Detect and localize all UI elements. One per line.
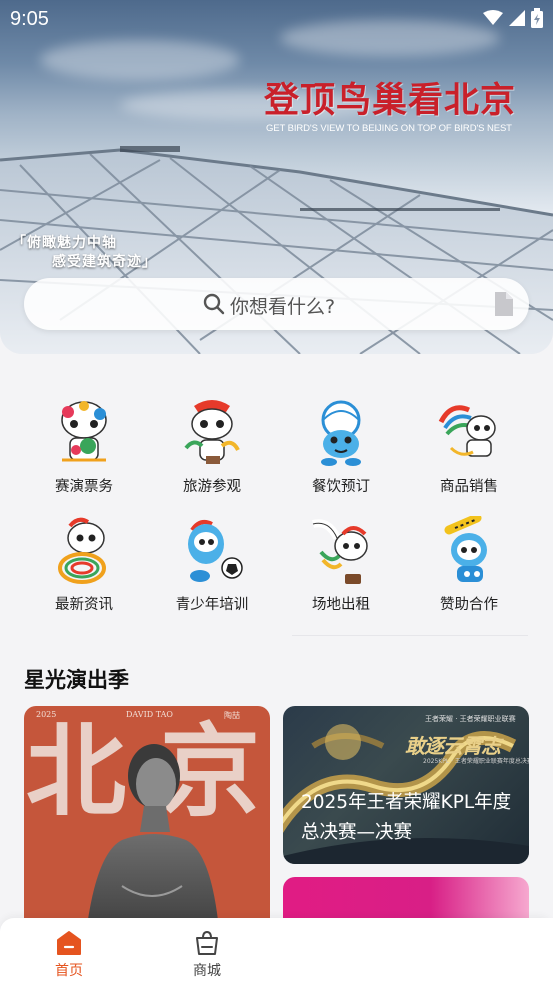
nav-shop[interactable]: 商城: [177, 928, 237, 980]
section-title: 星光演出季: [24, 668, 129, 692]
status-time: 9:05: [10, 8, 49, 30]
search-placeholder: 你想看什么?: [230, 296, 336, 318]
service-training[interactable]: 青少年培训: [152, 516, 272, 626]
document-icon[interactable]: [493, 292, 513, 316]
service-label: 商品销售: [440, 479, 498, 495]
mascot-news-icon: [58, 517, 106, 584]
status-bar: 9:05: [0, 0, 553, 40]
mascot-dining-icon: [321, 400, 361, 466]
search-bar[interactable]: 你想看什么?: [24, 278, 529, 330]
service-label: 青少年培训: [175, 597, 249, 613]
hero-banner[interactable]: 9:05 登顶鸟巢看北京 GET BIRD'S VIEW TO BEIJING …: [0, 0, 553, 354]
kpl-brand-sub: 2025KPL · 王者荣耀职业联赛年度总决赛: [423, 758, 529, 765]
service-news[interactable]: 最新资讯: [24, 516, 144, 626]
service-label: 最新资讯: [55, 597, 113, 613]
slogan-line-2: 感受建筑奇迹」: [52, 254, 157, 270]
nav-home[interactable]: 首页: [39, 928, 99, 980]
kpl-title: 2025年王者荣耀KPL年度总决赛—决赛: [301, 792, 512, 843]
hero-subtitle: GET BIRD'S VIEW TO BEIJING ON TOP OF BIR…: [266, 123, 512, 134]
kpl-logos: 王者荣耀 · 王者荣耀职业联赛: [425, 715, 516, 723]
hero-slogan: 「俯瞰魅力中轴 感受建筑奇迹」: [12, 234, 157, 272]
divider: [292, 635, 528, 636]
home-icon: [57, 931, 81, 955]
slogan-line-1: 「俯瞰魅力中轴: [12, 235, 117, 251]
service-venue[interactable]: 场地出租: [281, 516, 401, 626]
service-dining[interactable]: 餐饮预订: [281, 398, 401, 508]
mascot-venue-icon: [312, 519, 368, 584]
mascot-goods-icon: [438, 405, 496, 457]
battery-icon: [531, 8, 543, 28]
service-sponsor[interactable]: 赞助合作: [409, 516, 529, 626]
mascot-tour-icon: [184, 400, 240, 464]
service-label: 旅游参观: [183, 479, 241, 495]
service-label: 场地出租: [312, 597, 370, 613]
nav-home-label: 首页: [55, 963, 83, 979]
service-label: 赛演票务: [55, 479, 113, 495]
signal-icon: [509, 10, 525, 26]
kpl-brand: 敢逐云霄志: [405, 734, 501, 758]
mascot-sponsor-icon: [444, 516, 487, 582]
mascot-training-icon: [188, 520, 243, 582]
shopping-bag-icon: [196, 930, 218, 955]
nav-shop-label: 商城: [193, 963, 221, 979]
mascot-tickets-icon: [61, 401, 107, 462]
kpl-card[interactable]: 王者荣耀 · 王者荣耀职业联赛 敢逐云霄志 2025KPL · 王者荣耀职业联赛…: [283, 706, 529, 864]
service-goods[interactable]: 商品销售: [409, 398, 529, 508]
service-tour[interactable]: 旅游参观: [152, 398, 272, 508]
app-root: 9:05 登顶鸟巢看北京 GET BIRD'S VIEW TO BEIJING …: [0, 0, 553, 984]
wifi-icon: [483, 10, 503, 25]
search-icon: [203, 293, 225, 315]
service-label: 餐饮预订: [312, 479, 370, 495]
service-tickets[interactable]: 赛演票务: [24, 398, 144, 508]
nav-fade-overlay: [373, 918, 553, 984]
hero-title: 登顶鸟巢看北京: [264, 81, 517, 121]
service-label: 赞助合作: [440, 597, 498, 613]
